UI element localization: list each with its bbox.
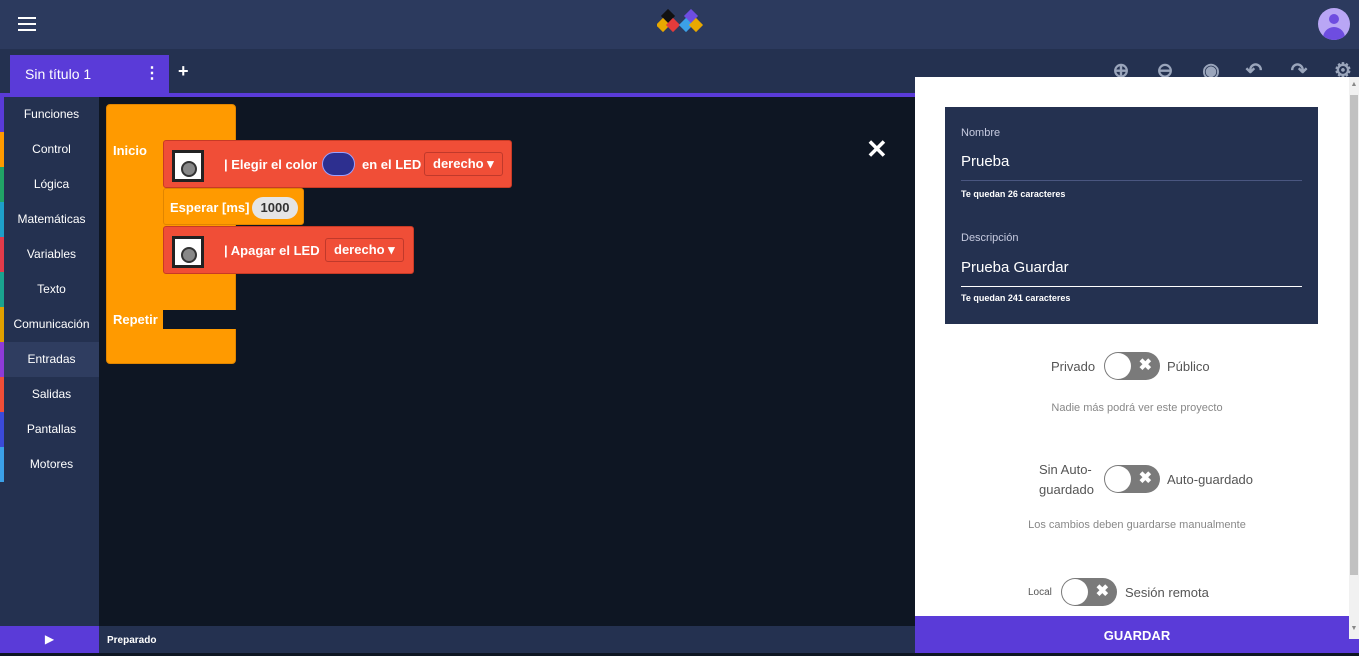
close-icon[interactable]: ✕ bbox=[866, 136, 888, 162]
close-icon: ✖ bbox=[1138, 357, 1152, 374]
color-picker[interactable] bbox=[322, 152, 355, 176]
led-off-dropdown[interactable]: derecho ▾ bbox=[325, 238, 404, 262]
privacy-left-label: Privado bbox=[1051, 359, 1096, 374]
category-pantallas[interactable]: Pantallas bbox=[0, 412, 99, 447]
name-hint: Te quedan 26 caracteres bbox=[961, 189, 1066, 199]
led-icon bbox=[172, 236, 204, 268]
category-control[interactable]: Control bbox=[0, 132, 99, 167]
description-hint: Te quedan 241 caracteres bbox=[961, 293, 1071, 303]
autosave-toggle[interactable]: ✖ bbox=[1104, 465, 1160, 493]
category-funciones[interactable]: Funciones bbox=[0, 97, 99, 132]
add-tab-button[interactable]: + bbox=[178, 61, 189, 82]
category-l-gica[interactable]: Lógica bbox=[0, 167, 99, 202]
category-entradas[interactable]: Entradas bbox=[0, 342, 99, 377]
privacy-right-label: Público bbox=[1167, 359, 1210, 374]
status-bar: ▶ Preparado bbox=[0, 626, 915, 653]
led-color-label: | Elegir el color bbox=[224, 157, 318, 172]
name-field[interactable]: Prueba bbox=[961, 153, 1302, 181]
led-side-dropdown[interactable]: derecho ▾ bbox=[424, 152, 503, 176]
wait-label: Esperar [ms] bbox=[170, 200, 250, 215]
status-text: Preparado bbox=[107, 635, 157, 646]
autosave-right-label: Auto-guardado bbox=[1167, 472, 1254, 487]
privacy-note: Nadie más podrá ver este proyecto bbox=[1051, 402, 1223, 414]
wait-ms-input[interactable]: 1000 bbox=[252, 197, 298, 219]
scroll-thumb[interactable] bbox=[1350, 95, 1358, 575]
play-button[interactable]: ▶ bbox=[0, 626, 99, 653]
led-off-label: | Apagar el LED bbox=[224, 243, 320, 258]
session-toggle[interactable]: ✖ bbox=[1061, 578, 1117, 606]
top-bar bbox=[0, 0, 1359, 49]
privacy-toggle[interactable]: ✖ bbox=[1104, 352, 1160, 380]
save-button[interactable]: GUARDAR bbox=[915, 616, 1359, 653]
scroll-down-icon[interactable]: ▼ bbox=[1350, 625, 1358, 633]
app-logo[interactable] bbox=[657, 9, 707, 37]
close-icon: ✖ bbox=[1095, 583, 1109, 600]
category-comunicaci-n[interactable]: Comunicación bbox=[0, 307, 99, 342]
session-left-label: Local bbox=[1028, 587, 1052, 598]
tab-project[interactable]: Sin título 1 ⋮ bbox=[10, 55, 169, 93]
repetir-slot bbox=[163, 310, 236, 329]
tab-title: Sin título 1 bbox=[25, 66, 92, 82]
autosave-left-label-1: Sin Auto- bbox=[1039, 462, 1092, 477]
play-icon: ▶ bbox=[44, 632, 55, 646]
category-motores[interactable]: Motores bbox=[0, 447, 99, 482]
name-label: Nombre bbox=[961, 127, 1001, 139]
session-right-label: Sesión remota bbox=[1125, 585, 1209, 600]
project-settings-panel: Nombre Prueba Te quedan 26 caracteres De… bbox=[915, 77, 1359, 653]
category-matem-ticas[interactable]: Matemáticas bbox=[0, 202, 99, 237]
category-texto[interactable]: Texto bbox=[0, 272, 99, 307]
repetir-label: Repetir bbox=[113, 312, 158, 327]
hamburger-icon[interactable] bbox=[18, 17, 36, 31]
description-label: Descripción bbox=[961, 232, 1019, 244]
close-icon: ✖ bbox=[1138, 470, 1152, 487]
panel-scrollbar[interactable]: ▲ ▼ bbox=[1349, 77, 1359, 639]
category-sidebar: Funciones Control Lógica Matemáticas Variabl… bbox=[0, 97, 99, 626]
category-salidas[interactable]: Salidas bbox=[0, 377, 99, 412]
project-form: Nombre Prueba Te quedan 26 caracteres De… bbox=[945, 107, 1318, 324]
category-variables[interactable]: Variables bbox=[0, 237, 99, 272]
led-color-suffix: en el LED bbox=[362, 157, 422, 172]
user-avatar-icon[interactable] bbox=[1318, 8, 1350, 40]
more-vert-icon[interactable]: ⋮ bbox=[144, 55, 160, 93]
led-icon bbox=[172, 150, 204, 182]
scroll-up-icon[interactable]: ▲ bbox=[1350, 81, 1358, 89]
autosave-left-label-2: guardado bbox=[1039, 482, 1094, 497]
description-field[interactable]: Prueba Guardar bbox=[961, 259, 1302, 287]
inicio-label: Inicio bbox=[113, 143, 147, 158]
autosave-note: Los cambios deben guardarse manualmente bbox=[1028, 519, 1246, 531]
